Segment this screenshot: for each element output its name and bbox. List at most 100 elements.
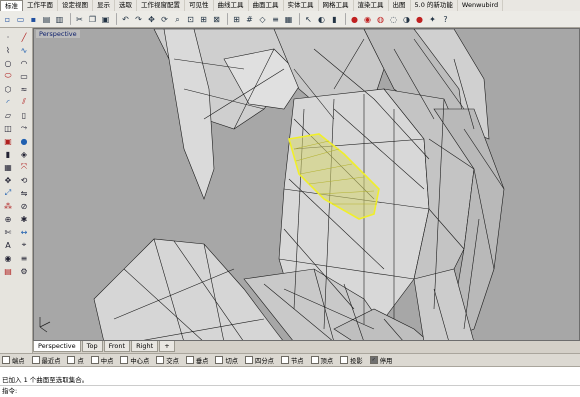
osnap-checkbox[interactable]: [120, 356, 129, 364]
zoom-icon[interactable]: ⌕: [172, 14, 183, 25]
offset-icon[interactable]: ⫽: [18, 97, 30, 107]
color-icon[interactable]: ◍: [375, 14, 386, 25]
cylinder-icon[interactable]: ▮: [2, 149, 14, 159]
surface-icon[interactable]: ▱: [2, 110, 14, 120]
copy-icon[interactable]: ❐: [87, 14, 98, 25]
hide-icon[interactable]: ◐: [316, 14, 327, 25]
properties-tool-icon[interactable]: ▤: [2, 266, 14, 276]
viewport-title[interactable]: Perspective: [36, 30, 80, 38]
menu-item[interactable]: 工作平面: [23, 0, 58, 11]
osnap-option[interactable]: 垂点: [185, 356, 208, 365]
perspective-viewport[interactable]: Perspective: [33, 28, 580, 341]
rotate-view-icon[interactable]: ⟳: [159, 14, 170, 25]
menu-item[interactable]: 实体工具: [284, 0, 319, 11]
pan-icon[interactable]: ✥: [146, 14, 157, 25]
osnap-option[interactable]: 节点: [280, 356, 304, 365]
redo-icon[interactable]: ↷: [133, 14, 144, 25]
wireframe-icon[interactable]: ◌: [388, 14, 399, 25]
save-icon[interactable]: ▪: [28, 14, 39, 25]
menu-item[interactable]: 曲面工具: [249, 0, 284, 11]
osnap-option[interactable]: 停用: [369, 356, 392, 365]
trim-icon[interactable]: ✄: [2, 227, 14, 237]
osnap-checkbox[interactable]: [67, 356, 76, 364]
menu-item[interactable]: 显示: [93, 0, 115, 11]
tab-top[interactable]: Top: [81, 341, 103, 352]
menu-item[interactable]: 选取: [115, 0, 137, 11]
box-icon[interactable]: ▣: [2, 136, 14, 146]
shaded-icon[interactable]: ◑: [401, 14, 412, 25]
move-icon[interactable]: ✥: [2, 175, 14, 185]
osnap-checkbox[interactable]: [31, 356, 40, 364]
osnap-checkbox[interactable]: [90, 356, 99, 364]
osnap-option[interactable]: 投影: [340, 356, 363, 365]
ellipse-icon[interactable]: ⬭: [2, 71, 14, 81]
polygon-icon[interactable]: ⬡: [2, 84, 14, 94]
osnap-checkbox[interactable]: [185, 356, 194, 364]
extrude-icon[interactable]: ▯: [18, 110, 30, 120]
rotate-icon[interactable]: ⟲: [18, 175, 30, 185]
freeform-icon[interactable]: ≈: [18, 84, 30, 94]
properties-icon[interactable]: ▦: [283, 14, 294, 25]
menu-item[interactable]: 网格工具: [319, 0, 354, 11]
render-tool-icon[interactable]: ◉: [2, 253, 14, 263]
osnap-option[interactable]: 中点: [90, 356, 113, 365]
four-views-icon[interactable]: ⊞: [231, 14, 242, 25]
point-icon[interactable]: ·: [2, 32, 14, 42]
osnap-checkbox[interactable]: [215, 356, 224, 364]
menu-item[interactable]: 标准: [0, 0, 23, 11]
sphere-solid-icon[interactable]: ●: [18, 136, 30, 146]
explode-icon[interactable]: ✱: [18, 214, 30, 224]
mesh-icon[interactable]: ▦: [2, 162, 14, 172]
menu-item[interactable]: 5.0 的新功能: [411, 0, 458, 11]
options-icon[interactable]: ⚙: [18, 266, 30, 276]
arc-icon[interactable]: ◠: [18, 58, 30, 68]
cut-icon[interactable]: ✂: [74, 14, 85, 25]
mirror-icon[interactable]: ⇋: [18, 188, 30, 198]
split-icon[interactable]: ⊘: [18, 201, 30, 211]
osnap-checkbox[interactable]: [2, 356, 10, 364]
cplane-icon[interactable]: ◇: [257, 14, 268, 25]
menu-item[interactable]: 出图: [389, 0, 411, 11]
osnap-option[interactable]: 四分点: [245, 356, 274, 365]
menu-item[interactable]: 曲线工具: [214, 0, 249, 11]
osnap-checkbox[interactable]: [156, 356, 165, 364]
new-file-icon[interactable]: ▫: [2, 14, 13, 25]
mesh-model[interactable]: [34, 29, 580, 341]
zoom-window-icon[interactable]: ⊡: [185, 14, 196, 25]
menu-item[interactable]: 渲染工具: [354, 0, 389, 11]
osnap-checkbox[interactable]: [369, 356, 378, 364]
tab-perspective[interactable]: Perspective: [33, 341, 81, 352]
join-icon[interactable]: ⊕: [2, 214, 14, 224]
menu-item[interactable]: 设定视图: [58, 0, 93, 11]
dimension-icon[interactable]: ↔: [18, 227, 30, 237]
light-icon[interactable]: ✦: [427, 14, 438, 25]
menu-item[interactable]: 可见性: [185, 0, 214, 11]
tab-right[interactable]: Right: [131, 341, 159, 352]
fillet-icon[interactable]: ◜: [2, 97, 14, 107]
tab-front[interactable]: Front: [103, 341, 131, 352]
lock-icon[interactable]: ▮: [329, 14, 340, 25]
osnap-checkbox[interactable]: [340, 356, 349, 364]
line-icon[interactable]: ╱: [18, 32, 30, 42]
command-line[interactable]: 指令:: [0, 385, 580, 397]
transform-icon[interactable]: ⤧: [18, 162, 30, 172]
loft-icon[interactable]: ◫: [2, 123, 14, 133]
osnap-option[interactable]: 端点: [2, 356, 25, 365]
import-icon[interactable]: ▥: [54, 14, 65, 25]
osnap-checkbox[interactable]: [280, 356, 289, 364]
array-icon[interactable]: ⁂: [2, 201, 14, 211]
grid-icon[interactable]: #: [244, 14, 255, 25]
boolean-icon[interactable]: ◈: [18, 149, 30, 159]
help-icon[interactable]: ?: [440, 14, 451, 25]
open-icon[interactable]: ▭: [15, 14, 26, 25]
osnap-option[interactable]: 点: [67, 356, 84, 365]
osnap-checkbox[interactable]: [310, 356, 319, 364]
osnap-option[interactable]: 切点: [215, 356, 238, 365]
layers-icon[interactable]: ≡: [270, 14, 281, 25]
menu-item[interactable]: 工作视窗配置: [137, 0, 185, 11]
osnap-option[interactable]: 最近点: [31, 356, 60, 365]
analyze-icon[interactable]: ⌖: [18, 240, 30, 250]
menu-item[interactable]: Wenwubird: [458, 0, 504, 11]
layer-tool-icon[interactable]: ≡: [18, 253, 30, 263]
osnap-option[interactable]: 交点: [156, 356, 179, 365]
